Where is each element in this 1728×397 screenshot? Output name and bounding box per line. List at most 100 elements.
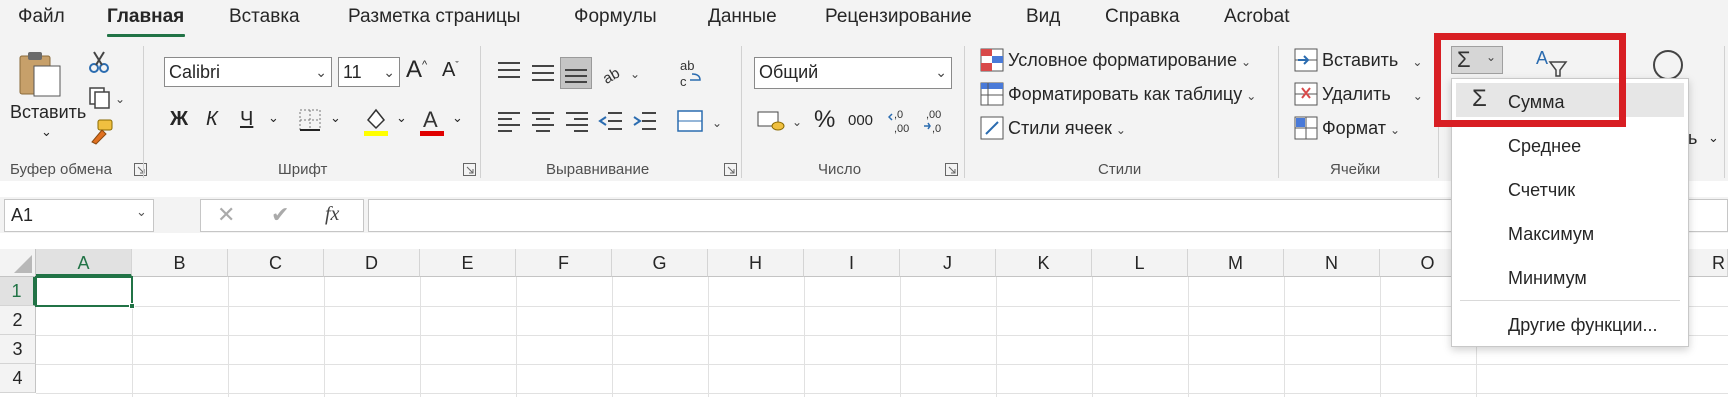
tab-view[interactable]: Вид bbox=[1026, 6, 1060, 28]
italic-button[interactable]: К bbox=[206, 108, 218, 131]
row-header-2[interactable]: 2 bbox=[0, 306, 36, 335]
font-group-label: Шрифт bbox=[278, 161, 328, 178]
alignment-dialog-launcher-icon[interactable] bbox=[724, 163, 737, 176]
insert-function-button[interactable]: fx bbox=[325, 203, 339, 226]
alignment-group-label: Выравнивание bbox=[546, 161, 650, 178]
align-right-icon[interactable] bbox=[564, 110, 590, 132]
tab-acrobat[interactable]: Acrobat bbox=[1224, 6, 1289, 28]
format-as-table-text: Форматировать как таблицу bbox=[1008, 84, 1243, 104]
borders-dropdown-chevron-icon[interactable]: ⌄ bbox=[330, 110, 341, 126]
tab-insert[interactable]: Вставка bbox=[229, 6, 300, 28]
align-left-icon[interactable] bbox=[496, 110, 522, 132]
column-header-l[interactable]: L bbox=[1092, 249, 1188, 277]
percent-style-button[interactable]: % bbox=[814, 106, 835, 134]
column-header-a[interactable]: A bbox=[36, 249, 132, 277]
increase-font-size-icon[interactable]: A^ bbox=[406, 56, 427, 84]
gridline bbox=[708, 277, 709, 397]
accounting-format-icon[interactable]: ⌄ bbox=[756, 108, 806, 134]
chevron-down-icon: ⌄ bbox=[1708, 130, 1719, 145]
row-header-4[interactable]: 4 bbox=[0, 364, 36, 393]
font-size-select[interactable]: 11 ⌄ bbox=[338, 57, 400, 87]
svg-text:,0: ,0 bbox=[894, 109, 903, 121]
chevron-down-icon: ⌄ bbox=[1241, 55, 1252, 69]
column-header-m[interactable]: M bbox=[1188, 249, 1284, 277]
insert-cells-icon bbox=[1294, 48, 1318, 72]
fill-color-dropdown-chevron-icon[interactable]: ⌄ bbox=[396, 110, 407, 126]
menu-item-min[interactable]: Минимум bbox=[1508, 268, 1587, 289]
clipboard-group-label: Буфер обмена bbox=[10, 161, 112, 178]
comma-style-button[interactable]: 000 bbox=[848, 112, 873, 129]
font-name-select[interactable]: Calibri ⌄ bbox=[164, 57, 332, 87]
copy-icon[interactable]: ⌄ bbox=[88, 86, 128, 110]
merge-center-icon[interactable]: ⌄ bbox=[676, 107, 728, 135]
column-header-c[interactable]: C bbox=[228, 249, 324, 277]
align-top-icon[interactable] bbox=[496, 60, 522, 82]
clipboard-dialog-launcher-icon[interactable] bbox=[134, 163, 147, 176]
menu-item-more-functions[interactable]: Другие функции... bbox=[1508, 315, 1657, 336]
increase-indent-icon[interactable] bbox=[632, 110, 658, 132]
tab-page-layout[interactable]: Разметка страницы bbox=[348, 6, 520, 28]
fill-color-icon[interactable] bbox=[362, 106, 390, 136]
decrease-decimal-icon[interactable]: ,00 ,0 bbox=[922, 106, 952, 136]
increase-decimal-icon[interactable]: ,0 ,00 bbox=[888, 106, 918, 136]
column-header-g[interactable]: G bbox=[612, 249, 708, 277]
cell-styles-text: Стили ячеек bbox=[1008, 118, 1112, 138]
separator bbox=[1278, 46, 1279, 178]
chevron-down-icon: ⌄ bbox=[1246, 89, 1257, 103]
separator bbox=[741, 46, 742, 178]
row-header-3[interactable]: 3 bbox=[0, 335, 36, 364]
cancel-formula-icon[interactable]: ✕ bbox=[217, 202, 235, 228]
select-all-button[interactable] bbox=[0, 249, 36, 277]
underline-dropdown-chevron-icon[interactable]: ⌄ bbox=[268, 110, 279, 126]
column-header-h[interactable]: H bbox=[708, 249, 804, 277]
find-select-icon[interactable] bbox=[1652, 48, 1686, 80]
number-format-select[interactable]: Общий ⌄ bbox=[754, 57, 952, 89]
conditional-formatting-text: Условное форматирование bbox=[1008, 50, 1237, 70]
column-header-f[interactable]: F bbox=[516, 249, 612, 277]
align-center-icon[interactable] bbox=[530, 110, 556, 132]
cut-scissors-icon[interactable] bbox=[88, 50, 110, 74]
active-cell-a1[interactable] bbox=[35, 276, 133, 307]
tab-formulas[interactable]: Формулы bbox=[574, 6, 657, 28]
tab-file[interactable]: Файл bbox=[18, 6, 65, 28]
column-header-j[interactable]: J bbox=[900, 249, 996, 277]
tab-home[interactable]: Главная bbox=[107, 6, 184, 28]
column-header-k[interactable]: K bbox=[996, 249, 1092, 277]
column-header-e[interactable]: E bbox=[420, 249, 516, 277]
menu-item-max[interactable]: Максимум bbox=[1508, 224, 1594, 245]
svg-text:⌄: ⌄ bbox=[792, 115, 802, 129]
format-cells-text: Формат bbox=[1322, 118, 1386, 138]
format-painter-icon[interactable] bbox=[88, 118, 114, 146]
decrease-indent-icon[interactable] bbox=[598, 110, 624, 132]
font-color-icon[interactable]: A bbox=[418, 106, 446, 136]
underline-button[interactable]: Ч bbox=[240, 108, 253, 131]
decrease-font-size-icon[interactable]: Aˇ bbox=[442, 59, 459, 82]
row-header-1[interactable]: 1 bbox=[0, 277, 36, 306]
menu-item-average[interactable]: Среднее bbox=[1508, 136, 1581, 157]
column-header-n[interactable]: N bbox=[1284, 249, 1380, 277]
menu-item-count[interactable]: Счетчик bbox=[1508, 180, 1575, 201]
name-box[interactable]: A1 ⌄ bbox=[4, 199, 154, 232]
align-middle-icon[interactable] bbox=[530, 62, 556, 84]
column-header-d[interactable]: D bbox=[324, 249, 420, 277]
tab-data[interactable]: Данные bbox=[708, 6, 777, 28]
separator bbox=[964, 46, 965, 178]
orientation-icon[interactable]: ab ⌄ bbox=[600, 58, 644, 86]
tab-help[interactable]: Справка bbox=[1105, 6, 1180, 28]
tab-review[interactable]: Рецензирование bbox=[825, 6, 972, 28]
wrap-text-icon[interactable]: ab c bbox=[676, 58, 706, 90]
column-header-b[interactable]: B bbox=[132, 249, 228, 277]
format-as-table-label: Форматировать как таблицу ⌄ bbox=[1008, 84, 1256, 105]
gridline bbox=[900, 277, 901, 397]
gridline bbox=[612, 277, 613, 397]
enter-formula-icon[interactable]: ✔ bbox=[271, 202, 289, 228]
borders-icon[interactable] bbox=[298, 108, 322, 132]
column-header-i[interactable]: I bbox=[804, 249, 900, 277]
number-dialog-launcher-icon[interactable] bbox=[945, 163, 958, 176]
align-bottom-button[interactable] bbox=[560, 57, 592, 89]
paste-dropdown-chevron-icon[interactable]: ⌄ bbox=[41, 124, 52, 140]
font-dialog-launcher-icon[interactable] bbox=[463, 163, 476, 176]
fill-handle[interactable] bbox=[129, 303, 135, 309]
bold-button[interactable]: Ж bbox=[170, 108, 188, 131]
font-color-dropdown-chevron-icon[interactable]: ⌄ bbox=[452, 110, 463, 126]
